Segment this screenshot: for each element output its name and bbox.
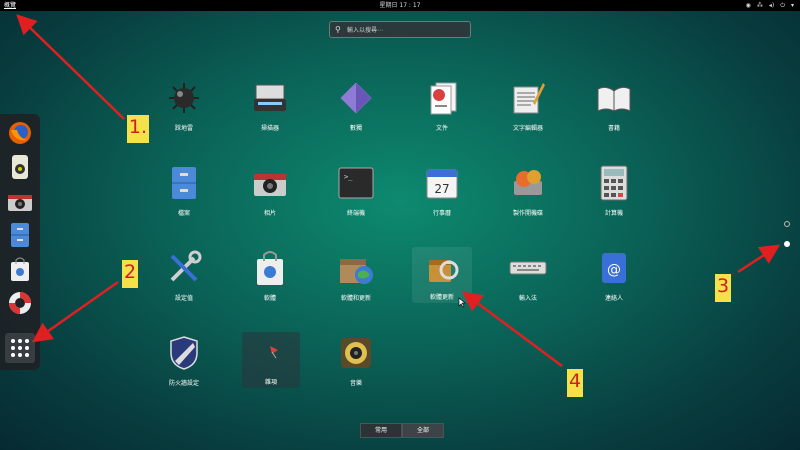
annotation-label-2: 2	[122, 260, 138, 288]
annotation-arrow-3	[737, 244, 781, 274]
annotation-label-4: 4	[567, 369, 583, 397]
annotation-arrow-4	[461, 291, 563, 368]
annotation-arrow-1	[16, 14, 125, 120]
annotation-label-1: 1.	[127, 115, 149, 143]
annotation-label-3: 3	[715, 274, 731, 302]
annotation-arrows	[16, 14, 781, 368]
annotation-arrow-2	[31, 280, 119, 343]
